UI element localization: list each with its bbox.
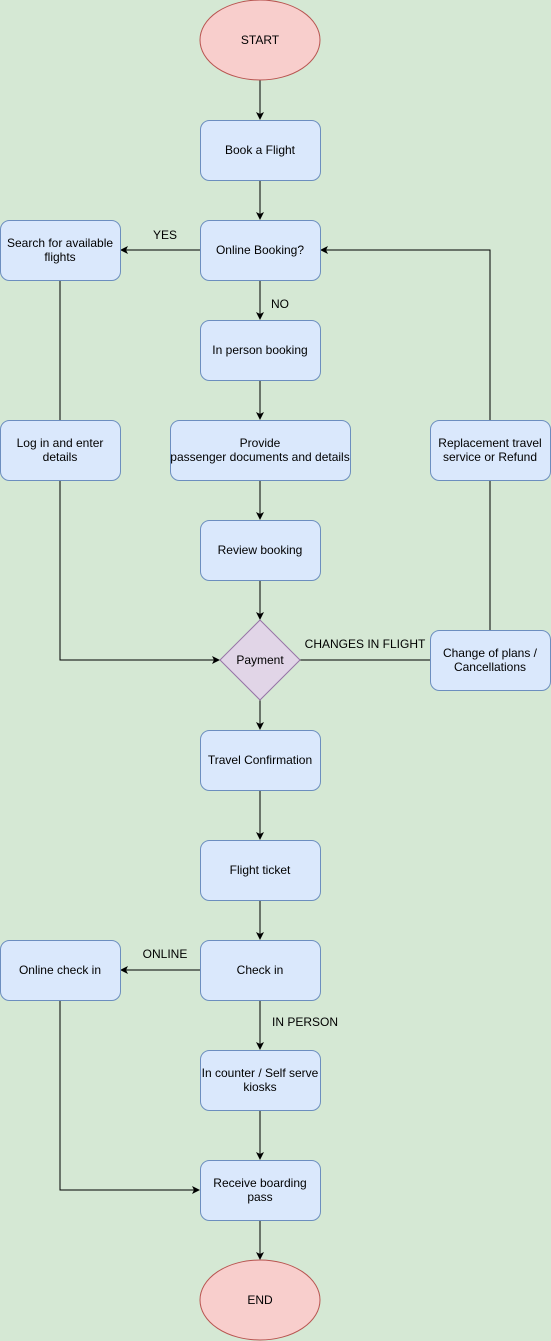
node-flight-ticket[interactable]: Flight ticket [200,840,321,901]
node-replacement[interactable]: Replacement travel service or Refund [430,420,551,481]
node-online-check-in[interactable]: Online check in [0,940,121,1001]
edge-label-yes: YES [153,228,177,242]
svg-text:Provide: Provide [240,436,281,450]
node-counter-kiosks[interactable]: In counter / Self serve kiosks [200,1050,321,1111]
svg-text:Travel Confirmation: Travel Confirmation [208,753,312,767]
node-search-flights[interactable]: Search for available flights [0,220,121,281]
edge-label-changes: CHANGES IN FLIGHT [305,637,426,651]
svg-text:Review booking: Review booking [218,543,303,557]
node-in-person-booking[interactable]: In person booking [200,320,321,381]
node-login[interactable]: Log in and enter details [0,420,121,481]
node-payment[interactable]: Payment [219,619,301,701]
svg-text:Online check in: Online check in [19,963,101,977]
flowchart: YES NO CHANGES IN FLIGHT ONLINE IN PERSO… [0,0,551,1341]
node-start[interactable]: START [199,0,321,81]
svg-text:In counter / Self serve: In counter / Self serve [202,1066,319,1080]
svg-text:START: START [241,33,280,47]
svg-text:Change of plans /: Change of plans / [443,646,538,660]
svg-text:passenger documents and detail: passenger documents and details [170,450,349,464]
node-review-booking[interactable]: Review booking [200,520,321,581]
svg-text:END: END [247,1293,273,1307]
svg-text:Search for available: Search for available [7,236,113,250]
node-online-booking[interactable]: Online Booking? [200,220,321,281]
node-check-in[interactable]: Check in [200,940,321,1001]
svg-text:Payment: Payment [236,653,284,667]
node-boarding-pass[interactable]: Receive boarding pass [200,1160,321,1221]
svg-text:pass: pass [247,1190,272,1204]
svg-text:Online Booking?: Online Booking? [216,243,304,257]
svg-text:flights: flights [44,250,75,264]
node-change-of-plans[interactable]: Change of plans / Cancellations [430,630,551,691]
svg-text:service or Refund: service or Refund [443,450,537,464]
edge-replacement-online [320,246,491,420]
svg-text:Check in: Check in [237,963,284,977]
svg-text:Flight ticket: Flight ticket [230,863,291,877]
svg-text:Book a Flight: Book a Flight [225,143,296,157]
svg-text:In person booking: In person booking [212,343,307,357]
svg-text:Log in and enter: Log in and enter [17,436,104,450]
svg-text:Cancellations: Cancellations [454,660,526,674]
svg-text:details: details [43,450,78,464]
node-provide-documents[interactable]: Provide passenger documents and details [170,420,351,481]
svg-text:kiosks: kiosks [243,1080,276,1094]
svg-text:Replacement travel: Replacement travel [438,436,541,450]
edge-online-boarding [59,1000,200,1194]
node-travel-confirmation[interactable]: Travel Confirmation [200,730,321,791]
node-book-flight[interactable]: Book a Flight [200,120,321,181]
edge-label-online: ONLINE [143,947,188,961]
svg-text:Receive boarding: Receive boarding [213,1176,306,1190]
edge-login-payment [59,480,220,664]
edge-label-no: NO [271,297,289,311]
node-end[interactable]: END [199,1259,321,1341]
edge-label-in-person: IN PERSON [272,1015,338,1029]
